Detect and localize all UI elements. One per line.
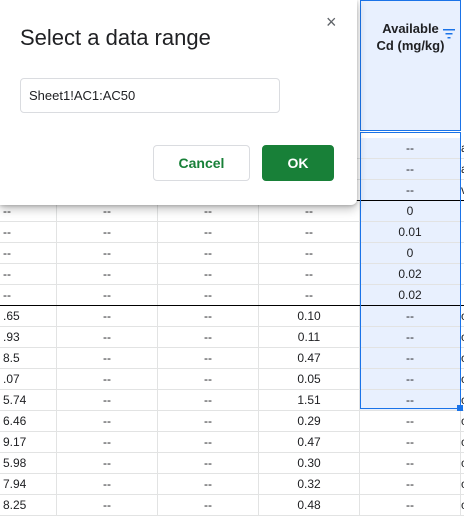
cancel-button[interactable]: Cancel bbox=[153, 145, 250, 181]
cell-col-d[interactable]: 0.29 bbox=[259, 411, 360, 431]
table-row: .07 -- -- 0.05 -- c bbox=[0, 369, 464, 390]
cell-available-cd[interactable]: -- bbox=[360, 453, 461, 473]
cell-available-cd[interactable]: 0.02 bbox=[360, 264, 461, 284]
cell-col-b[interactable]: -- bbox=[57, 390, 158, 410]
cell-col-a[interactable]: .93 bbox=[0, 327, 57, 347]
cell-col-c[interactable]: -- bbox=[158, 285, 259, 305]
cell-available-cd[interactable]: -- bbox=[360, 369, 461, 389]
selection-fill-handle[interactable] bbox=[457, 405, 463, 411]
cell-col-a[interactable]: -- bbox=[0, 285, 57, 305]
cell-col-a[interactable]: 8.25 bbox=[0, 495, 57, 515]
table-row: 8.25 -- -- 0.48 -- c bbox=[0, 495, 464, 516]
table-row: -- -- -- -- 0.01 bbox=[0, 222, 464, 243]
table-row: 8.5 -- -- 0.47 -- c bbox=[0, 348, 464, 369]
table-row: 9.17 -- -- 0.47 -- c bbox=[0, 432, 464, 453]
cell-col-a[interactable]: 5.74 bbox=[0, 390, 57, 410]
cell-available-cd[interactable]: -- bbox=[360, 306, 461, 326]
cell-available-cd[interactable]: -- bbox=[360, 411, 461, 431]
cell-col-b[interactable]: -- bbox=[57, 306, 158, 326]
table-row: -- -- -- -- 0.02 bbox=[0, 285, 464, 306]
cell-col-b[interactable]: -- bbox=[57, 411, 158, 431]
table-row: 6.46 -- -- 0.29 -- c bbox=[0, 411, 464, 432]
cell-col-c[interactable]: -- bbox=[158, 327, 259, 347]
cell-col-b[interactable]: -- bbox=[57, 327, 158, 347]
cell-available-cd[interactable]: -- bbox=[360, 348, 461, 368]
cell-available-cd[interactable]: -- bbox=[360, 327, 461, 347]
cell-available-cd[interactable]: -- bbox=[360, 138, 461, 158]
cell-col-a[interactable]: .07 bbox=[0, 369, 57, 389]
cell-available-cd[interactable]: -- bbox=[360, 495, 461, 515]
cell-col-d[interactable]: 0.05 bbox=[259, 369, 360, 389]
cell-col-d[interactable]: 0.11 bbox=[259, 327, 360, 347]
cell-col-d[interactable]: -- bbox=[259, 243, 360, 263]
cell-col-d[interactable]: 0.48 bbox=[259, 495, 360, 515]
table-row: -- -- -- -- 0 bbox=[0, 243, 464, 264]
close-icon[interactable]: × bbox=[326, 12, 337, 33]
cell-col-c[interactable]: -- bbox=[158, 306, 259, 326]
cell-available-cd[interactable]: -- bbox=[360, 180, 461, 200]
cell-col-a[interactable]: -- bbox=[0, 264, 57, 284]
table-row: -- -- -- -- 0.02 bbox=[0, 264, 464, 285]
cell-col-d[interactable]: -- bbox=[259, 222, 360, 242]
cell-col-b[interactable]: -- bbox=[57, 264, 158, 284]
cell-col-a[interactable]: 8.5 bbox=[0, 348, 57, 368]
cell-col-d[interactable]: -- bbox=[259, 285, 360, 305]
cell-col-a[interactable]: .65 bbox=[0, 306, 57, 326]
cell-col-b[interactable]: -- bbox=[57, 495, 158, 515]
cell-col-b[interactable]: -- bbox=[57, 453, 158, 473]
data-range-input[interactable]: Sheet1!AC1:AC50 bbox=[20, 78, 280, 113]
cell-col-c[interactable]: -- bbox=[158, 264, 259, 284]
table-row: 5.74 -- -- 1.51 -- c bbox=[0, 390, 464, 411]
cell-col-c[interactable]: -- bbox=[158, 411, 259, 431]
column-header-available-cd[interactable]: Available Cd (mg/kg) bbox=[360, 0, 461, 131]
cell-col-b[interactable]: -- bbox=[57, 474, 158, 494]
cell-col-d[interactable]: 0.30 bbox=[259, 453, 360, 473]
cell-col-b[interactable]: -- bbox=[57, 369, 158, 389]
cell-col-c[interactable]: -- bbox=[158, 243, 259, 263]
cell-available-cd[interactable]: -- bbox=[360, 432, 461, 452]
cell-col-d[interactable]: 0.47 bbox=[259, 348, 360, 368]
cell-available-cd[interactable]: -- bbox=[360, 390, 461, 410]
table-row: .65 -- -- 0.10 -- c bbox=[0, 306, 464, 327]
cell-available-cd[interactable]: 0.02 bbox=[360, 285, 461, 305]
table-row: 7.94 -- -- 0.32 -- c bbox=[0, 474, 464, 495]
cell-col-a[interactable]: -- bbox=[0, 243, 57, 263]
cell-col-c[interactable]: -- bbox=[158, 348, 259, 368]
cell-col-a[interactable]: 6.46 bbox=[0, 411, 57, 431]
cell-col-a[interactable]: 5.98 bbox=[0, 453, 57, 473]
cell-available-cd[interactable]: -- bbox=[360, 474, 461, 494]
cell-col-c[interactable]: -- bbox=[158, 495, 259, 515]
cell-col-d[interactable]: 0.32 bbox=[259, 474, 360, 494]
cell-available-cd[interactable]: 0 bbox=[360, 201, 461, 221]
cell-col-d[interactable]: 0.10 bbox=[259, 306, 360, 326]
cell-col-a[interactable]: 9.17 bbox=[0, 432, 57, 452]
cell-col-d[interactable]: 1.51 bbox=[259, 390, 360, 410]
cell-available-cd[interactable]: -- bbox=[360, 159, 461, 179]
table-row: .93 -- -- 0.11 -- c bbox=[0, 327, 464, 348]
cell-col-d[interactable]: -- bbox=[259, 264, 360, 284]
cell-col-b[interactable]: -- bbox=[57, 285, 158, 305]
cell-col-c[interactable]: -- bbox=[158, 432, 259, 452]
select-data-range-dialog: Select a data range × Sheet1!AC1:AC50 Ca… bbox=[0, 0, 357, 205]
cell-col-b[interactable]: -- bbox=[57, 432, 158, 452]
cell-col-c[interactable]: -- bbox=[158, 369, 259, 389]
cell-col-c[interactable]: -- bbox=[158, 390, 259, 410]
cell-col-b[interactable]: -- bbox=[57, 348, 158, 368]
cell-col-a[interactable]: -- bbox=[0, 222, 57, 242]
cell-col-a[interactable]: 7.94 bbox=[0, 474, 57, 494]
cell-col-c[interactable]: -- bbox=[158, 474, 259, 494]
column-header-line2: Cd (mg/kg) bbox=[376, 38, 445, 53]
filter-icon[interactable] bbox=[443, 29, 455, 39]
cell-col-b[interactable]: -- bbox=[57, 222, 158, 242]
cell-col-b[interactable]: -- bbox=[57, 243, 158, 263]
cell-col-c[interactable]: -- bbox=[158, 453, 259, 473]
dialog-title: Select a data range bbox=[20, 25, 211, 50]
cell-available-cd[interactable]: 0.01 bbox=[360, 222, 461, 242]
cell-col-d[interactable]: 0.47 bbox=[259, 432, 360, 452]
cell-available-cd[interactable]: 0 bbox=[360, 243, 461, 263]
ok-button[interactable]: OK bbox=[262, 145, 334, 181]
table-row: 5.98 -- -- 0.30 -- c bbox=[0, 453, 464, 474]
cell-col-c[interactable]: -- bbox=[158, 222, 259, 242]
